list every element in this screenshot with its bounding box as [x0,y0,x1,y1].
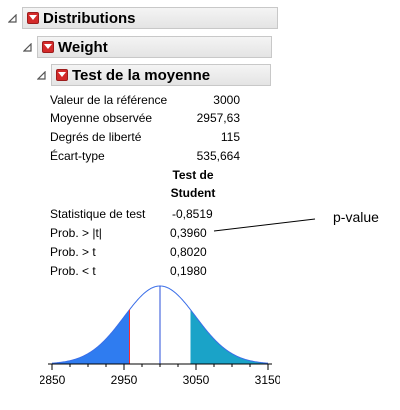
stat-value: 115 [220,130,240,144]
red-triangle-menu-test[interactable] [56,69,68,81]
test-row-label: Prob. > t [50,245,96,259]
x-tick-label: 3050 [183,373,210,387]
disclosure-weight[interactable] [22,42,32,52]
disclosure-distributions[interactable] [7,13,17,23]
stat-label: Valeur de la référence [50,93,168,107]
variable-title: Weight [58,38,108,56]
stat-label: Écart-type [50,149,105,163]
chevron-down-icon [58,72,66,77]
right-tail-area [190,309,268,364]
x-tick-label: 3150 [255,373,280,387]
t-distribution-chart: 2850 2950 3050 3150 [40,285,280,387]
stat-label: Degrés de liberté [50,130,142,144]
collapse-triangle-icon [22,42,32,52]
disclosure-test[interactable] [36,70,46,80]
outline-weight: Weight [22,36,272,58]
distributions-title: Distributions [43,9,136,27]
test-header-line1: Test de [172,168,214,182]
test-title: Test de la moyenne [72,66,211,84]
test-row-label: Statistique de test [50,207,146,221]
x-tick-label: 2950 [111,373,138,387]
test-row-value: 0,8020 [170,245,207,259]
stat-value: 3000 [213,93,240,107]
test-row-value: 0,3960 [170,226,207,240]
outline-distributions: Distributions [7,7,278,29]
stat-value: 535,664 [196,149,240,163]
collapse-triangle-icon [36,70,46,80]
outline-test-moyenne: Test de la moyenne [36,64,271,86]
test-header-line2: Student [170,186,216,200]
collapse-triangle-icon [7,13,17,23]
x-tick-label: 2850 [40,373,66,387]
test-row-label: Prob. < t [50,264,96,278]
test-row-label: Prob. > |t| [50,226,102,240]
red-triangle-menu-distributions[interactable] [27,12,39,24]
callout-line [213,218,316,232]
test-row-value: -0,8519 [172,207,213,221]
stat-label: Moyenne observée [50,111,153,125]
chevron-down-icon [44,44,52,49]
p-value-callout-label: p-value [333,209,379,225]
test-row-value: 0,1980 [170,264,207,278]
left-tail-area [52,310,130,364]
stat-value: 2957,63 [196,111,240,125]
red-triangle-menu-weight[interactable] [42,41,54,53]
chevron-down-icon [29,15,37,20]
